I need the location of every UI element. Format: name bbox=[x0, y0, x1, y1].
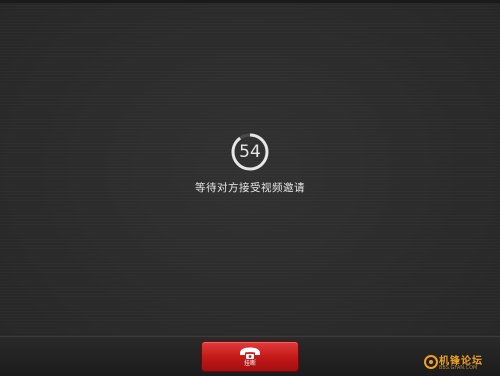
watermark-site: BBS.GFAN.COM bbox=[439, 365, 478, 371]
hangup-label: 挂断 bbox=[243, 360, 256, 367]
countdown-number: 54 bbox=[239, 142, 261, 162]
watermark-gear-icon bbox=[424, 355, 438, 369]
hangup-button[interactable]: 挂断 bbox=[202, 342, 298, 371]
call-status-text: 等待对方接受视频邀请 bbox=[195, 182, 305, 194]
video-call-screen: 54 等待对方接受视频邀请 挂断 机锋论坛 BBS.GFAN.COM bbox=[0, 0, 500, 376]
countdown-timer: 54 bbox=[229, 131, 271, 173]
phone-hangup-icon bbox=[240, 347, 260, 359]
watermark-logo: 机锋论坛 BBS.GFAN.COM bbox=[424, 352, 498, 374]
top-edge bbox=[0, 0, 500, 3]
